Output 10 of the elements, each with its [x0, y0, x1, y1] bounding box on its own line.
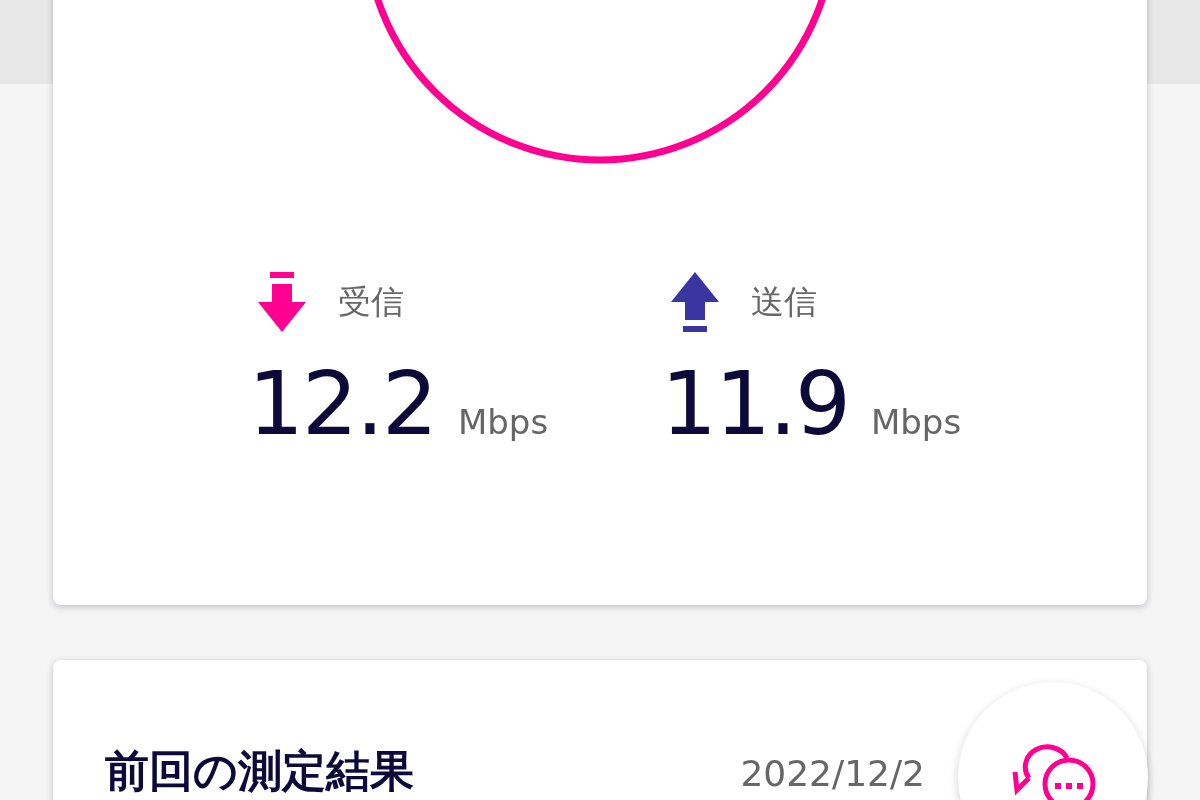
speed-value: 12.2 [248, 360, 436, 448]
speed-unit: Mbps [457, 402, 549, 442]
section-title: 前回の測定結果 [105, 744, 414, 798]
download-arrow-icon [258, 272, 306, 332]
speed-value: 11.9 [661, 360, 849, 448]
speed-unit: Mbps [870, 402, 962, 442]
speed-label: 受信 [338, 280, 404, 323]
measurement-date: 2022/12/2 [740, 753, 925, 794]
upload-arrow-icon [671, 272, 719, 332]
speed-label: 送信 [751, 280, 817, 323]
